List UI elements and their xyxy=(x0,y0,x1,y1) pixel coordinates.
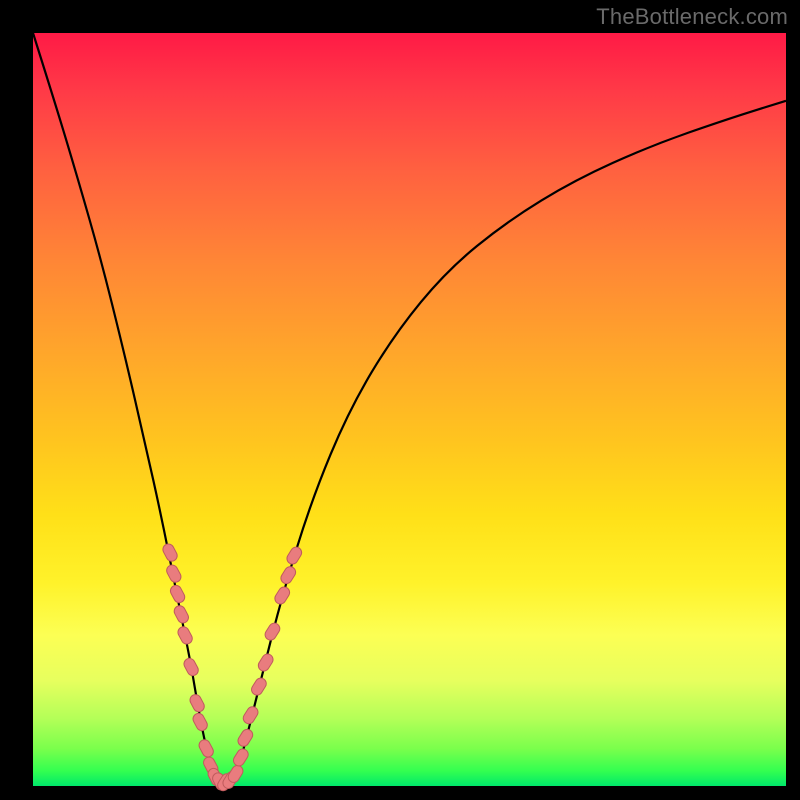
curve-marker xyxy=(172,604,190,625)
curve-marker xyxy=(191,711,209,732)
curve-marker xyxy=(285,545,304,566)
curve-marker xyxy=(176,625,194,646)
curve-marker xyxy=(256,652,275,673)
curve-marker xyxy=(168,583,186,604)
curve-marker xyxy=(249,676,268,697)
curve-marker xyxy=(236,727,255,748)
chart-svg xyxy=(33,33,786,786)
bottleneck-curve xyxy=(33,33,786,782)
curve-marker xyxy=(182,657,200,678)
curve-marker xyxy=(241,705,260,726)
watermark-text: TheBottleneck.com xyxy=(596,4,788,30)
curve-marker xyxy=(263,621,282,642)
curve-marker xyxy=(273,585,292,606)
curve-marker xyxy=(161,542,179,563)
curve-marker xyxy=(279,565,298,586)
curve-marker xyxy=(165,563,183,584)
curve-marker xyxy=(188,693,206,714)
plot-area xyxy=(33,33,786,786)
chart-frame: TheBottleneck.com xyxy=(0,0,800,800)
curve-marker xyxy=(231,747,250,768)
curve-marker xyxy=(197,738,215,759)
curve-markers xyxy=(161,542,304,793)
